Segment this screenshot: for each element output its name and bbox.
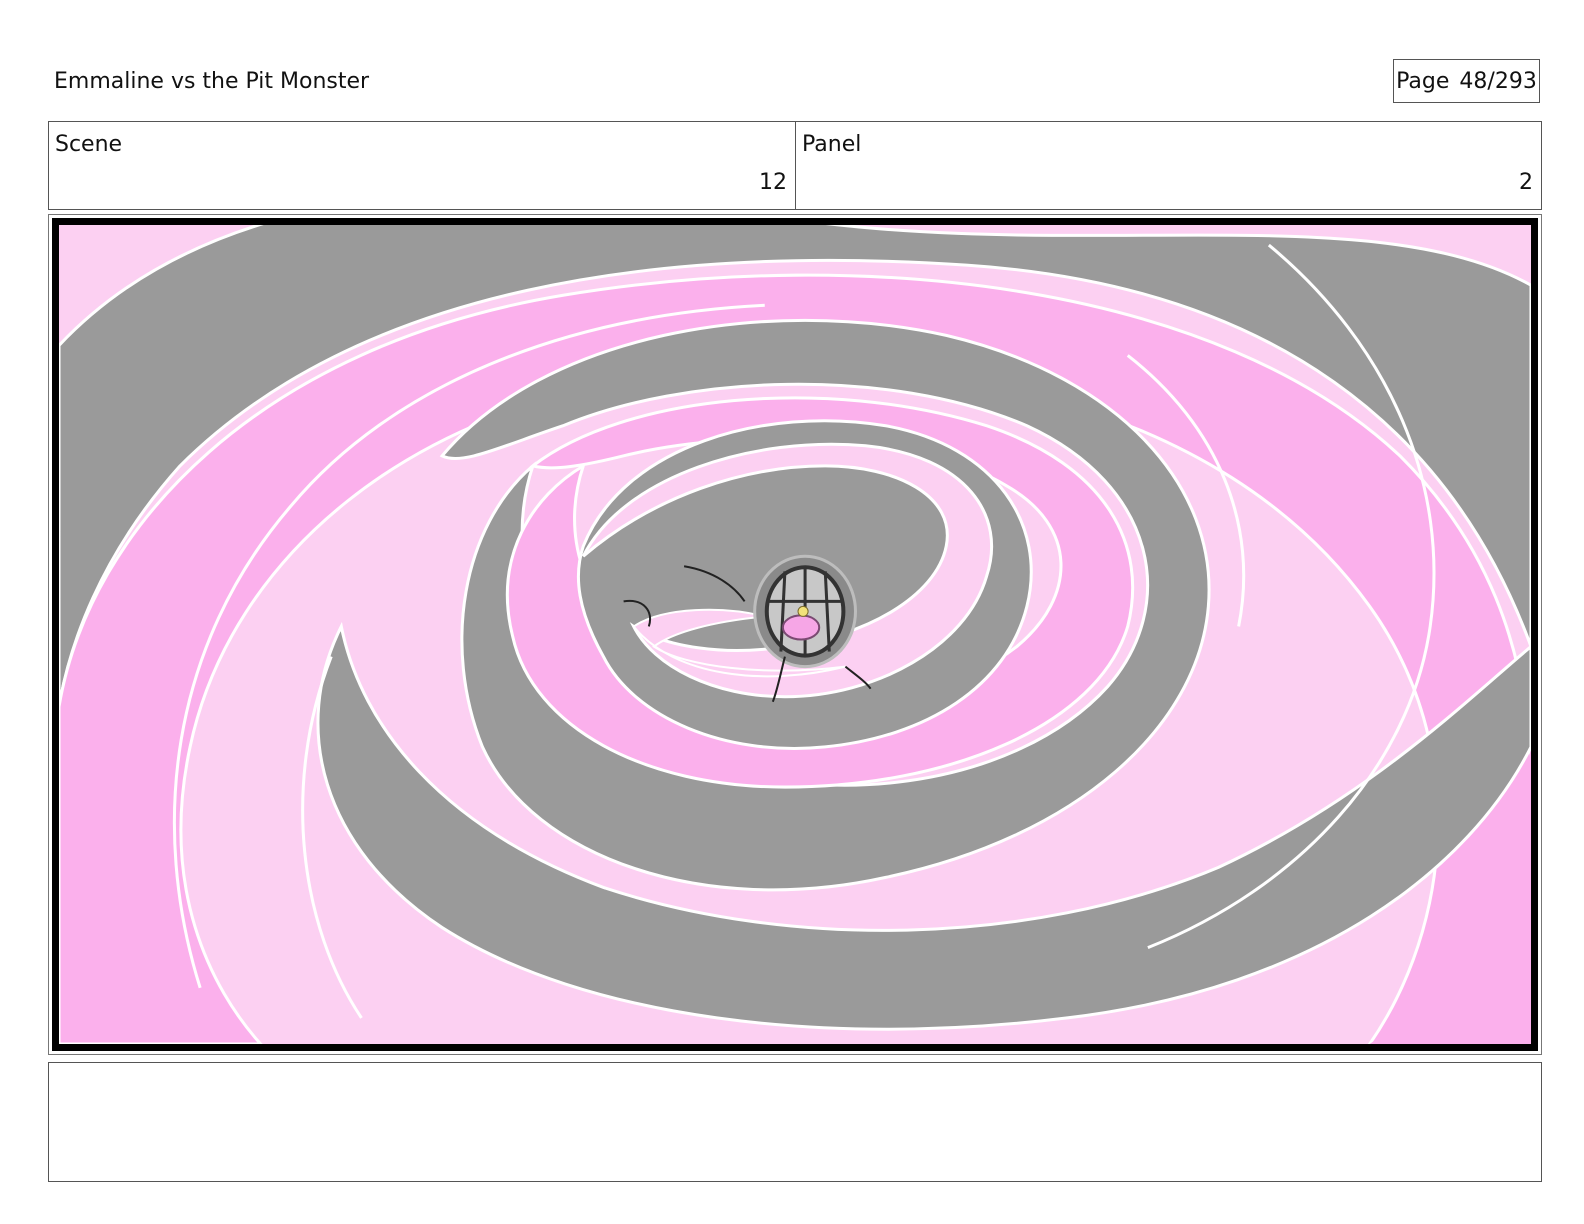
scene-cell: Scene 12 xyxy=(49,122,796,209)
page-label: Page xyxy=(1396,68,1450,94)
panel-drawing-area xyxy=(52,218,1538,1051)
storyboard-title: Emmaline vs the Pit Monster xyxy=(54,69,370,94)
panel-cell: Panel 2 xyxy=(796,122,1541,209)
vortex-illustration xyxy=(59,225,1531,1044)
panel-value: 2 xyxy=(1519,170,1533,195)
cage-figure xyxy=(753,554,858,669)
notes-box xyxy=(48,1062,1542,1182)
scene-label: Scene xyxy=(55,132,123,157)
scene-panel-row: Scene 12 Panel 2 xyxy=(48,121,1542,210)
panel-frame xyxy=(48,214,1542,1055)
scene-value: 12 xyxy=(759,170,787,195)
page-number: 48/293 xyxy=(1459,68,1537,94)
panel-label: Panel xyxy=(802,132,862,157)
page-indicator: Page 48/293 xyxy=(1393,59,1540,103)
